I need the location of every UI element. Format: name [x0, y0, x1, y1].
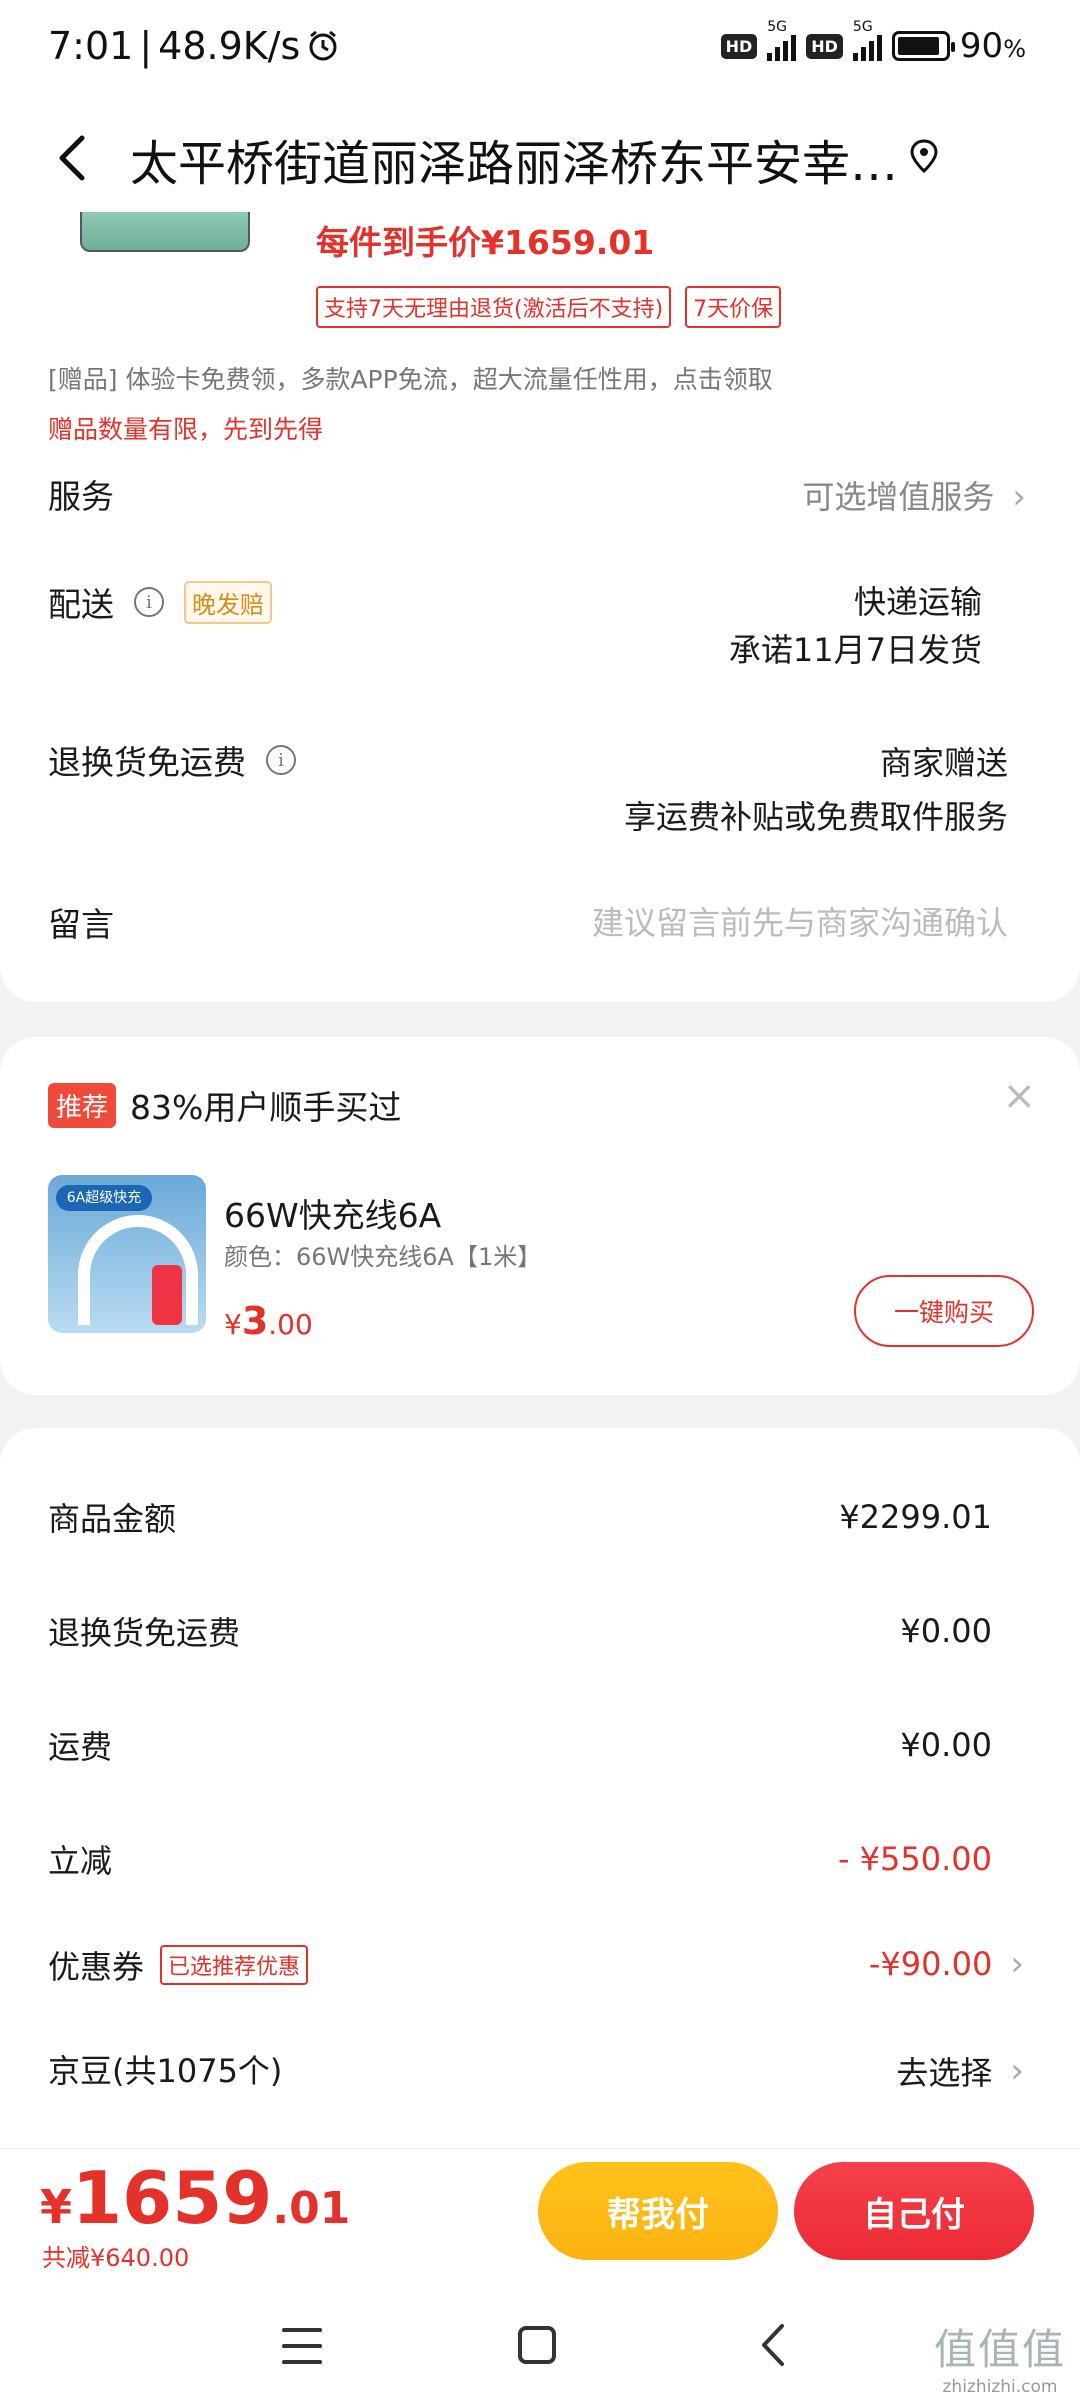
recommend-item-attr: 颜色：66W快充线6A【1米】 — [224, 1243, 542, 1271]
service-row[interactable]: 可选增值服务 › — [802, 472, 1026, 518]
recommended-coupon-tag: 已选推荐优惠 — [160, 1945, 309, 1985]
coupon-row[interactable]: -¥90.00 › — [869, 1944, 1024, 1984]
hd-badge-2: HD — [806, 33, 843, 59]
battery-value: 90 — [959, 26, 1004, 66]
chevron-right-icon: › — [1010, 1944, 1024, 1984]
product-thumbnail[interactable] — [80, 212, 250, 252]
service-row-label: 服务 — [48, 470, 114, 518]
signal-icon-2: 5G — [852, 19, 882, 61]
network-speed: 48.9K/s — [158, 24, 301, 68]
summary-value-jingdou: 去选择 — [896, 2054, 993, 2092]
summary-value-return: ¥0.00 — [900, 1612, 992, 1650]
battery-fill — [897, 37, 940, 55]
recommend-item-name[interactable]: 66W快充线6A — [224, 1189, 441, 1237]
clock: 7:01 — [48, 24, 134, 68]
location-pin-icon[interactable] — [906, 138, 942, 174]
message-input[interactable]: 建议留言前先与商家沟通确认 — [592, 898, 1008, 944]
price-currency: ¥ — [224, 1308, 242, 1341]
delivery-promise: 承诺11月7日发货 — [728, 631, 982, 669]
summary-value-shipping: ¥0.00 — [900, 1726, 992, 1764]
image-badge: 6A超级快充 — [56, 1185, 152, 1211]
delivery-label: 配送 — [48, 585, 114, 624]
summary-label-discount: 立减 — [48, 1842, 113, 1880]
chevron-right-icon: › — [1010, 2051, 1024, 2091]
watermark-logo: 值值值 — [933, 2325, 1066, 2374]
service-label: 服务 — [48, 477, 114, 516]
status-left: 7:01 | 48.9K/s — [48, 24, 340, 68]
jingdou-row[interactable]: 去选择 › — [896, 2048, 1024, 2094]
battery-icon — [891, 31, 955, 61]
chevron-right-icon: › — [1012, 477, 1026, 517]
network-type-1: 5G — [767, 19, 788, 35]
product-tags: 支持7天无理由退货(激活后不支持) 7天价保 — [316, 286, 782, 328]
plug-shape — [152, 1265, 182, 1325]
help-me-pay-button[interactable]: 帮我付 — [538, 2162, 778, 2260]
delivery-row[interactable]: 快递运输 承诺11月7日发货 — [729, 578, 982, 674]
delivery-row-label: 配送 i 晚发赔 — [48, 578, 272, 626]
total-int: 1659 — [72, 2156, 273, 2240]
unit-price: 每件到手价¥1659.01 — [316, 223, 655, 262]
summary-value-goods: ¥2299.01 — [839, 1498, 992, 1536]
pay-myself-button[interactable]: 自己付 — [794, 2162, 1034, 2260]
watermark: 值值值 zhizhizhi.com — [934, 2316, 1066, 2397]
message-row-label: 留言 — [48, 898, 114, 946]
price-protect-tag: 7天价保 — [685, 286, 782, 328]
hd-badge-1: HD — [720, 33, 758, 59]
price-dec: .00 — [268, 1308, 313, 1341]
summary-value-coupon: -¥90.00 — [868, 1945, 993, 1983]
menu-icon[interactable] — [282, 2328, 322, 2364]
info-icon[interactable]: i — [266, 745, 296, 775]
alarm-icon — [309, 30, 337, 61]
total-price: ¥1659.01 — [40, 2156, 350, 2240]
return-policy-tag: 支持7天无理由退货(激活后不支持) — [316, 286, 672, 328]
coupon-row-label: 优惠券 已选推荐优惠 — [48, 1942, 309, 1988]
watermark-url: zhizhizhi.com — [942, 2377, 1058, 2397]
total-dec: .01 — [272, 2183, 351, 2234]
service-value: 可选增值服务 — [802, 478, 995, 516]
recommend-item-price: ¥3.00 — [224, 1299, 313, 1343]
recommend-badge: 推荐 — [48, 1083, 117, 1128]
return-fee-value: 商家赠送 — [879, 744, 1008, 782]
cable-product-image[interactable]: 6A超级快充 — [48, 1175, 206, 1333]
summary-label-coupon: 优惠券 — [48, 1948, 145, 1986]
battery-unit: % — [1003, 35, 1026, 63]
address-header: 太平桥街道丽泽路丽泽桥东平安幸… — [0, 100, 1080, 212]
return-fee-row: 商家赠送 享运费补贴或免费取件服务 — [624, 736, 1008, 844]
summary-value-discount: - ¥550.00 — [837, 1840, 992, 1878]
recommend-title: 83%用户顺手买过 — [130, 1088, 402, 1127]
price-summary-card: 商品金额 ¥2299.01 退换货免运费 ¥0.00 运费 ¥0.00 立减 -… — [0, 1428, 1080, 2148]
status-separator: | — [139, 24, 153, 68]
home-icon[interactable] — [518, 2326, 556, 2364]
gift-warning: 赠品数量有限，先到先得 — [48, 415, 324, 444]
back-icon[interactable] — [754, 2320, 794, 2370]
back-arrow-icon[interactable] — [44, 128, 104, 188]
delivery-method: 快递运输 — [853, 583, 982, 621]
summary-label-return: 退换货免运费 — [48, 1614, 241, 1652]
network-type-2: 5G — [852, 19, 873, 35]
message-label: 留言 — [48, 905, 114, 944]
gift-info[interactable]: [赠品] 体验卡免费领，多款APP免流，超大流量任性用，点击领取 — [48, 360, 773, 396]
system-nav-bar — [0, 2298, 1080, 2400]
total-saved: 共减¥640.00 — [42, 2244, 190, 2272]
address-title[interactable]: 太平桥街道丽泽路丽泽桥东平安幸… — [130, 124, 910, 194]
late-compensation-tag: 晚发赔 — [184, 580, 272, 624]
one-click-buy-button[interactable]: 一键购买 — [854, 1275, 1034, 1347]
return-fee-label: 退换货免运费 — [48, 743, 246, 782]
status-bar: 7:01 | 48.9K/s HD 5G HD 5G 90% — [0, 0, 1080, 100]
summary-label-shipping: 运费 — [48, 1728, 113, 1766]
return-fee-row-label: 退换货免运费 i — [48, 736, 296, 784]
return-fee-detail: 享运费补贴或免费取件服务 — [623, 798, 1008, 836]
status-right: HD 5G HD 5G 90% — [720, 19, 1026, 66]
total-currency: ¥ — [40, 2180, 73, 2234]
price-int: 3 — [241, 1299, 269, 1343]
info-icon[interactable]: i — [134, 587, 164, 617]
summary-label-jingdou: 京豆(共1075个) — [48, 2052, 283, 2090]
summary-label-goods: 商品金额 — [48, 1500, 177, 1538]
signal-icon-1: 5G — [767, 19, 797, 61]
battery-percent: 90% — [960, 26, 1026, 66]
close-icon[interactable]: × — [1002, 1073, 1036, 1119]
order-details-card: 每件到手价¥1659.01 支持7天无理由退货(激活后不支持) 7天价保 [赠品… — [0, 212, 1080, 1002]
recommend-card: 推荐 83%用户顺手买过 × 6A超级快充 66W快充线6A 颜色：66W快充线… — [0, 1037, 1080, 1395]
